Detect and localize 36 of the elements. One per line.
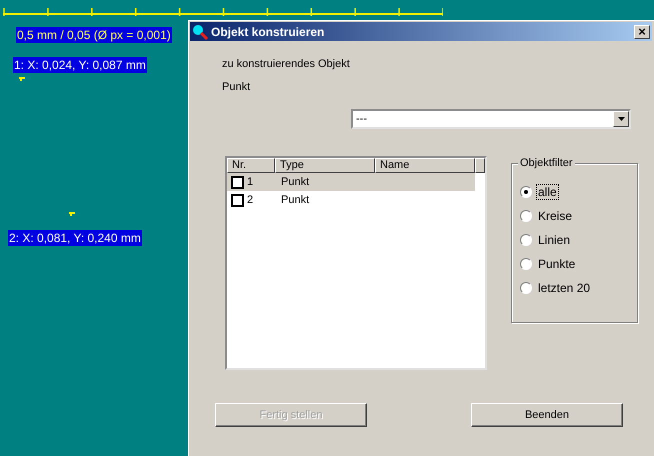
radio-button[interactable] (520, 258, 532, 270)
radio-button[interactable] (520, 210, 532, 222)
list-row[interactable]: 1 Punkt (227, 173, 475, 191)
object-dropdown[interactable]: --- (351, 109, 631, 129)
caret-icon (618, 117, 624, 121)
table-cell-text: Punkt (281, 176, 310, 188)
point-marker-icon (19, 76, 25, 81)
radio-button[interactable] (520, 186, 532, 198)
table-cell-text: 1 (247, 176, 254, 188)
radio-label[interactable]: Punkte (537, 257, 576, 271)
point-marker-icon (69, 211, 75, 216)
close-button[interactable]: × (634, 24, 650, 38)
column-header[interactable]: Name (375, 158, 475, 173)
group-title: Objektfilter (518, 157, 575, 169)
radio-label[interactable]: Kreise (537, 209, 574, 223)
table-cell-text: 2 (247, 194, 254, 206)
object-caption: zu konstruierendes Objekt (222, 57, 350, 71)
table-cell-text: Punkt (281, 194, 310, 206)
radio-label[interactable]: letzten 20 (537, 281, 592, 295)
point-label: 1: X: 0,024, Y: 0,087 mm (13, 57, 147, 73)
column-header[interactable]: Nr. (227, 158, 275, 173)
scale-label: 0,5 mm / 0,05 (Ø px = 0,001) (16, 27, 172, 43)
list-row[interactable]: 2 Punkt (227, 191, 475, 209)
radio-button[interactable] (520, 282, 532, 294)
magnifier-icon (192, 24, 208, 40)
radio-button[interactable] (520, 234, 532, 246)
radio-label[interactable]: alle (537, 185, 558, 199)
quit-button[interactable]: Beenden (471, 403, 623, 427)
radio-label[interactable]: Linien (537, 233, 572, 247)
dropdown-button[interactable] (613, 111, 629, 127)
window-title: Objekt konstruieren (211, 24, 326, 38)
object-type: Punkt (222, 80, 250, 94)
column-header[interactable]: Type (275, 158, 375, 173)
checkbox[interactable] (231, 194, 244, 206)
point-label: 2: X: 0,081, Y: 0,240 mm (8, 230, 142, 246)
checkbox[interactable] (231, 176, 244, 188)
